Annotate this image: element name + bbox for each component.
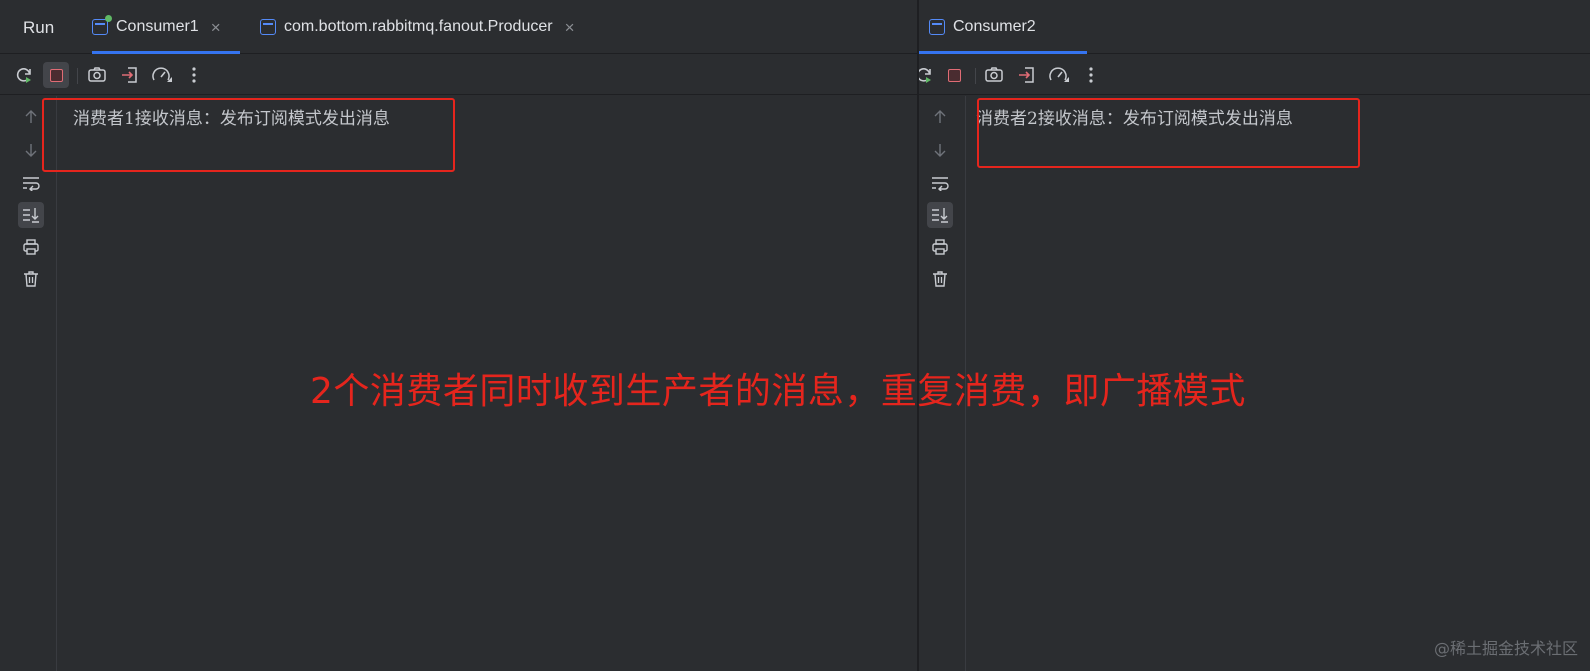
down-arrow-icon[interactable] (927, 137, 953, 163)
close-icon[interactable]: × (211, 19, 221, 36)
exit-icon[interactable] (117, 62, 143, 88)
scroll-to-end-icon[interactable] (927, 202, 953, 228)
run-toolbar-left (0, 55, 917, 95)
up-arrow-icon[interactable] (927, 104, 953, 130)
exit-icon[interactable] (1014, 62, 1040, 88)
highlight-box-consumer2 (977, 98, 1360, 168)
stop-icon[interactable] (43, 62, 69, 88)
print-icon[interactable] (927, 234, 953, 260)
tab-bar-right: Consumer2 (919, 0, 1590, 54)
scroll-to-end-icon[interactable] (18, 202, 44, 228)
tab-consumer1[interactable]: Consumer1 × (92, 0, 240, 54)
tab-bar-left: Run Consumer1 × com.bottom.rabbitmq.fano… (0, 0, 917, 54)
console-side-toolbar-left (0, 96, 57, 671)
up-arrow-icon[interactable] (18, 104, 44, 130)
tab-label: Consumer1 (116, 18, 199, 35)
tab-label: Consumer2 (953, 18, 1036, 35)
close-icon[interactable]: × (565, 19, 575, 36)
print-icon[interactable] (18, 234, 44, 260)
run-config-icon (92, 15, 112, 35)
annotation-text: 2个消费者同时收到生产者的消息，重复消费，即广播模式 (310, 371, 1246, 412)
screenshot-icon[interactable] (981, 62, 1007, 88)
watermark: @稀土掘金技术社区 (1433, 639, 1578, 658)
trash-icon[interactable] (927, 266, 953, 292)
more-icon[interactable] (181, 62, 207, 88)
tab-producer[interactable]: com.bottom.rabbitmq.fanout.Producer × (260, 0, 575, 54)
more-icon[interactable] (1078, 62, 1104, 88)
trash-icon[interactable] (18, 266, 44, 292)
soft-wrap-icon[interactable] (927, 170, 953, 196)
run-tool-window-label[interactable]: Run (23, 18, 54, 38)
rerun-icon[interactable] (11, 62, 37, 88)
run-toolbar-right (919, 55, 1590, 95)
highlight-box-consumer1 (42, 98, 455, 172)
rerun-icon[interactable] (919, 62, 937, 88)
tab-label: com.bottom.rabbitmq.fanout.Producer (284, 18, 553, 35)
run-config-icon (260, 19, 276, 35)
profiler-icon[interactable] (149, 62, 175, 88)
profiler-icon[interactable] (1046, 62, 1072, 88)
screenshot-icon[interactable] (84, 62, 110, 88)
stop-icon[interactable] (941, 62, 967, 88)
run-config-icon (929, 19, 945, 35)
tab-consumer2[interactable]: Consumer2 (919, 0, 1087, 54)
soft-wrap-icon[interactable] (18, 170, 44, 196)
down-arrow-icon[interactable] (18, 137, 44, 163)
